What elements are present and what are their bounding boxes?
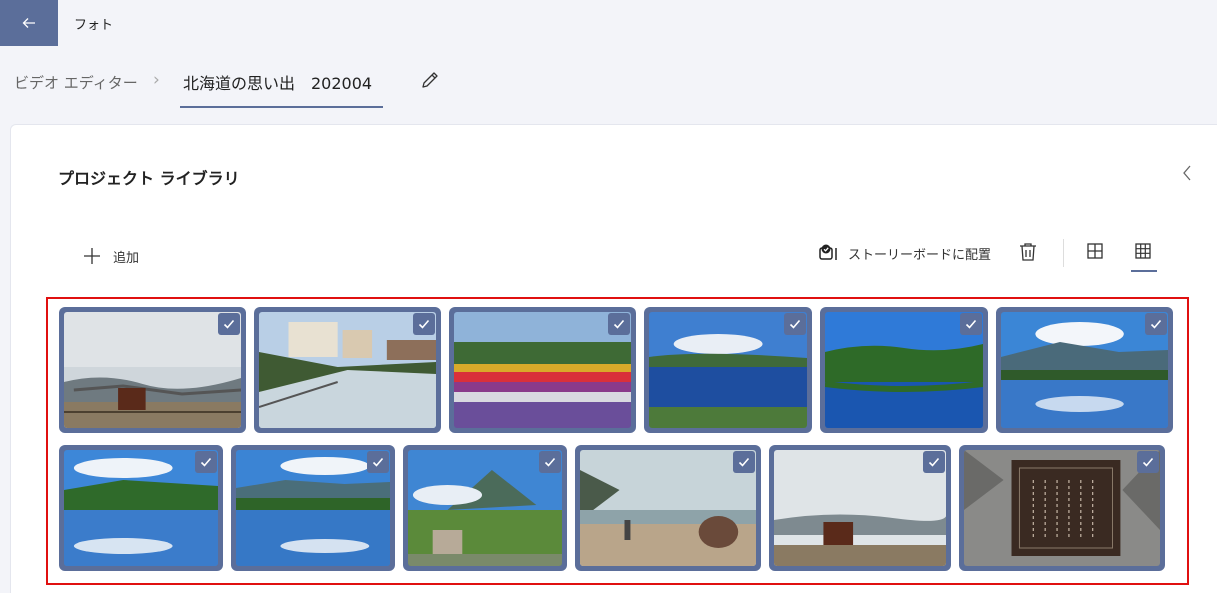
add-button[interactable]: 追加 — [83, 244, 139, 268]
checkmark-icon — [613, 319, 625, 329]
collapse-panel-button[interactable] — [1177, 161, 1197, 185]
back-button[interactable] — [0, 0, 58, 46]
media-item[interactable] — [959, 445, 1165, 571]
toolbar-divider — [1063, 239, 1064, 267]
checkmark-icon — [200, 457, 212, 467]
selected-check[interactable] — [1137, 451, 1159, 473]
active-view-indicator — [1131, 270, 1157, 272]
arrow-left-icon — [22, 18, 35, 28]
checkmark-icon — [1150, 319, 1162, 329]
media-item[interactable] — [231, 445, 395, 571]
selected-check[interactable] — [960, 313, 982, 335]
grid-2x2-icon — [1087, 243, 1103, 259]
plus-icon — [84, 248, 100, 264]
large-thumbnails-button[interactable] — [1085, 241, 1105, 261]
pencil-icon — [422, 72, 438, 88]
media-item[interactable] — [644, 307, 812, 433]
place-in-storyboard-icon — [819, 244, 837, 260]
checkmark-icon — [544, 457, 556, 467]
checkmark-icon — [965, 319, 977, 329]
media-item[interactable] — [996, 307, 1173, 433]
panel-title: プロジェクト ライブラリ — [58, 169, 240, 188]
trash-icon — [1020, 243, 1036, 261]
selected-check[interactable] — [367, 451, 389, 473]
media-item[interactable] — [59, 307, 246, 433]
selected-check[interactable] — [1145, 313, 1167, 335]
rename-button[interactable] — [418, 68, 442, 92]
photo-flower-fields — [454, 312, 631, 428]
project-library-panel: プロジェクト ライブラリ 追加 ストーリーボードに配置 — [10, 124, 1217, 593]
breadcrumb-video-editor[interactable]: ビデオ エディター — [14, 72, 138, 93]
selected-check[interactable] — [413, 313, 435, 335]
place-in-storyboard-label: ストーリーボードに配置 — [848, 247, 992, 263]
small-thumbnails-button[interactable] — [1133, 241, 1153, 261]
media-item[interactable] — [254, 307, 441, 433]
selected-check[interactable] — [733, 451, 755, 473]
media-item[interactable] — [449, 307, 636, 433]
project-name-underline — [180, 106, 383, 108]
add-label: 追加 — [113, 250, 140, 266]
selected-check[interactable] — [923, 451, 945, 473]
selected-check[interactable] — [539, 451, 561, 473]
photo-foggy-coast-2 — [774, 450, 946, 566]
checkmark-icon — [789, 319, 801, 329]
checkmark-icon — [418, 319, 430, 329]
delete-button[interactable] — [1017, 241, 1039, 263]
selected-check[interactable] — [784, 313, 806, 335]
checkmark-icon — [372, 457, 384, 467]
app-title: フォト — [74, 18, 114, 33]
checkmark-icon — [223, 319, 235, 329]
checkmark-icon — [738, 457, 750, 467]
media-item[interactable] — [575, 445, 761, 571]
project-name[interactable]: 北海道の思い出 202004 — [183, 70, 372, 94]
photo-canal-town — [259, 312, 436, 428]
photo-foggy-coast — [64, 312, 241, 428]
checkmark-icon — [928, 457, 940, 467]
place-in-storyboard-button[interactable]: ストーリーボードに配置 — [818, 241, 991, 265]
selected-check[interactable] — [195, 451, 217, 473]
media-item[interactable] — [59, 445, 223, 571]
title-bar: フォト — [0, 0, 1217, 46]
media-item[interactable] — [769, 445, 951, 571]
photo-lake-mountain-clouds — [1001, 312, 1168, 428]
grid-3x3-icon — [1135, 243, 1151, 259]
media-item[interactable] — [820, 307, 988, 433]
media-item[interactable] — [403, 445, 567, 571]
checkmark-icon — [1142, 457, 1154, 467]
selected-check[interactable] — [218, 313, 240, 335]
photo-cape-monument — [580, 450, 756, 566]
chevron-left-icon — [1183, 165, 1191, 181]
selected-check[interactable] — [608, 313, 630, 335]
photo-stone-inscription — [964, 450, 1160, 566]
breadcrumb-separator: › — [153, 70, 160, 90]
photos-app: フォト ビデオ エディター › 北海道の思い出 202004 プロジェクト ライ… — [0, 0, 1217, 593]
